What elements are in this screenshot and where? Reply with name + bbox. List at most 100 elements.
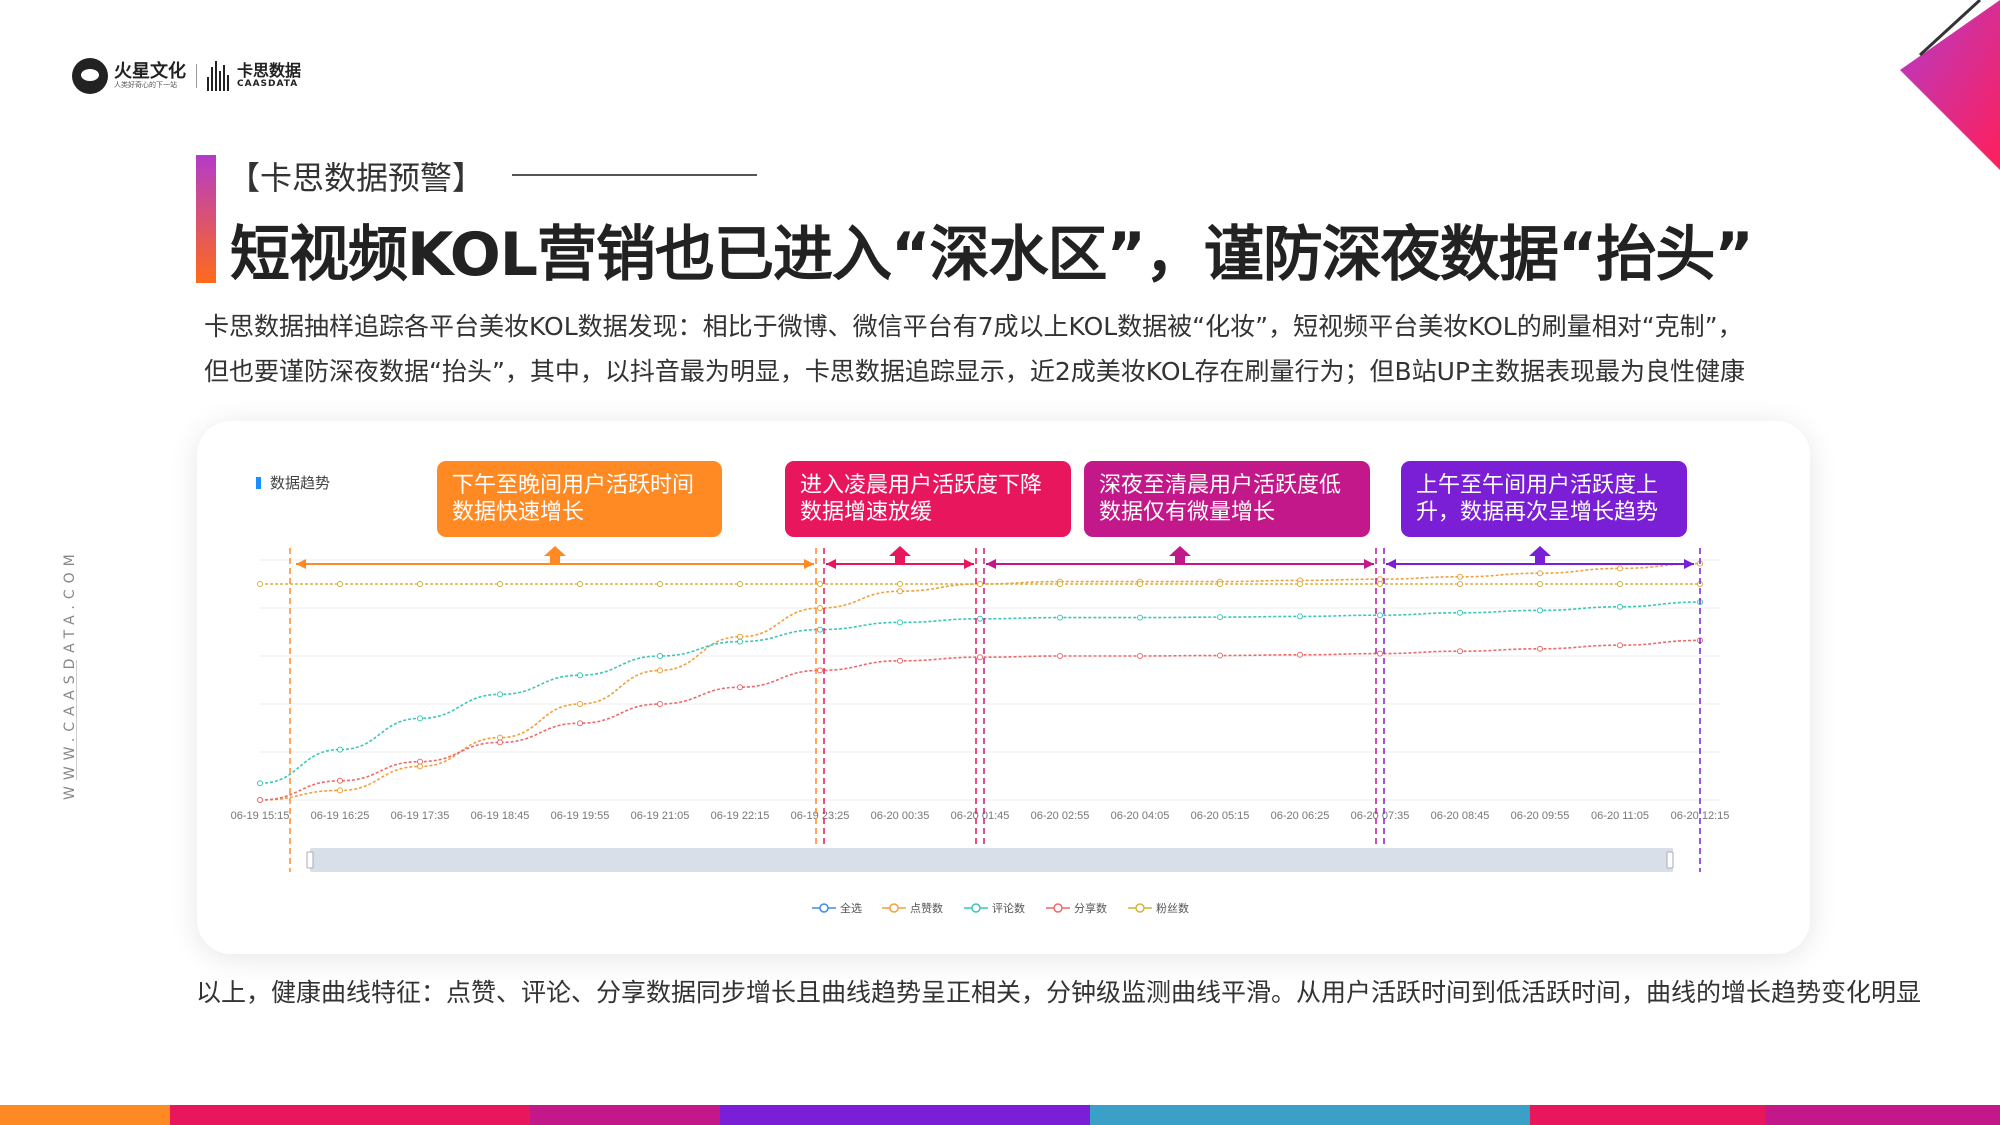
legend-marker xyxy=(971,903,981,913)
series-point-分享数 xyxy=(417,758,423,765)
series-point-分享数 xyxy=(1217,652,1223,659)
legend-label: 评论数 xyxy=(992,901,1025,915)
strip-segment xyxy=(0,1105,170,1125)
series-point-评论数 xyxy=(977,615,983,622)
x-tick-label: 06-20 06:25 xyxy=(1271,810,1330,822)
series-point-粉丝数 xyxy=(417,581,423,587)
series-point-评论数 xyxy=(1137,614,1143,621)
series-point-点赞数 xyxy=(897,588,903,595)
series-point-评论数 xyxy=(1057,614,1063,621)
series-point-粉丝数 xyxy=(737,581,743,587)
series-point-点赞数 xyxy=(577,701,583,707)
x-tick-label: 06-20 07:35 xyxy=(1351,810,1410,822)
series-point-分享数 xyxy=(1457,648,1463,655)
series-point-分享数 xyxy=(897,657,903,664)
series-point-评论数 xyxy=(1617,603,1623,610)
series-point-分享数 xyxy=(1377,650,1383,657)
conclusion-text: 以上，健康曲线特征：点赞、评论、分享数据同步增长且曲线趋势呈正相关，分钟级监测曲… xyxy=(196,978,1922,1007)
series-point-分享数 xyxy=(1297,651,1303,658)
x-tick-label: 06-20 00:35 xyxy=(871,810,930,822)
series-point-分享数 xyxy=(657,701,663,707)
legend-label: 分享数 xyxy=(1074,901,1107,915)
series-point-分享数 xyxy=(737,684,743,691)
x-tick-label: 06-20 08:45 xyxy=(1431,810,1490,822)
series-point-评论数 xyxy=(657,653,663,659)
up-arrow-icon xyxy=(1529,546,1551,564)
series-point-点赞数 xyxy=(737,633,743,640)
x-tick-label: 06-19 19:55 xyxy=(551,810,610,822)
series-point-评论数 xyxy=(497,691,503,698)
series-point-粉丝数 xyxy=(337,581,343,587)
series-point-粉丝数 xyxy=(977,581,983,587)
legend-marker xyxy=(1135,903,1145,913)
series-point-点赞数 xyxy=(1377,576,1383,583)
series-point-评论数 xyxy=(257,780,263,787)
series-point-粉丝数 xyxy=(817,581,823,587)
series-point-分享数 xyxy=(577,720,583,727)
series-point-点赞数 xyxy=(657,667,663,674)
series-point-分享数 xyxy=(1617,642,1623,649)
legend-label: 点赞数 xyxy=(910,902,943,915)
series-line-分享数 xyxy=(259,639,1701,801)
series-point-点赞数 xyxy=(417,763,423,770)
x-tick-label: 06-19 21:05 xyxy=(631,810,690,822)
series-point-点赞数 xyxy=(497,734,503,741)
series-point-分享数 xyxy=(977,654,983,661)
zoom-slider-track xyxy=(310,848,1673,872)
series-point-点赞数 xyxy=(817,605,823,611)
series-point-分享数 xyxy=(817,667,823,674)
x-tick-label: 06-20 02:55 xyxy=(1031,810,1090,822)
series-point-粉丝数 xyxy=(897,581,903,587)
strip-segment xyxy=(530,1105,720,1125)
series-point-分享数 xyxy=(1137,653,1143,659)
trend-chart: 06-19 15:15 06-19 16:25 06-19 17:35 06-19 1… xyxy=(231,546,1729,915)
x-tick-label: 06-19 22:15 xyxy=(711,810,770,822)
series-point-评论数 xyxy=(1537,607,1543,614)
series-point-评论数 xyxy=(577,672,583,679)
series-point-分享数 xyxy=(337,777,343,784)
x-tick-label: 06-19 23:25 xyxy=(791,810,850,822)
series-point-粉丝数 xyxy=(1377,581,1383,587)
x-tick-label: 06-19 17:35 xyxy=(391,810,450,822)
series-point-评论数 xyxy=(1297,613,1303,620)
series-point-点赞数 xyxy=(337,787,343,794)
series-point-评论数 xyxy=(417,715,423,722)
series-point-评论数 xyxy=(1457,609,1463,616)
series-point-粉丝数 xyxy=(577,581,583,587)
series-point-评论数 xyxy=(737,638,743,645)
series-point-粉丝数 xyxy=(1057,581,1063,587)
up-arrow-icon xyxy=(544,546,566,564)
x-tick-label: 06-20 04:05 xyxy=(1111,810,1170,822)
series-point-点赞数 xyxy=(1457,573,1463,580)
x-tick-label: 06-20 01:45 xyxy=(951,810,1010,822)
series-line-点赞数 xyxy=(259,562,1701,801)
series-point-评论数 xyxy=(1217,614,1223,621)
x-tick-label: 06-20 05:15 xyxy=(1191,810,1250,822)
bottom-color-strip xyxy=(0,1105,2000,1125)
series-point-评论数 xyxy=(337,746,343,753)
series-line-评论数 xyxy=(259,601,1701,784)
x-tick-label: 06-20 11:05 xyxy=(1591,810,1649,822)
legend-label: 粉丝数 xyxy=(1156,902,1189,915)
zoom-slider-handle-left xyxy=(306,851,314,869)
series-point-粉丝数 xyxy=(657,581,663,587)
series-point-分享数 xyxy=(1537,645,1543,652)
x-tick-label: 06-19 18:45 xyxy=(471,810,530,822)
series-point-评论数 xyxy=(817,626,823,633)
series-point-粉丝数 xyxy=(1217,581,1223,587)
series-point-粉丝数 xyxy=(1537,581,1543,587)
strip-segment xyxy=(720,1105,1090,1125)
series-point-评论数 xyxy=(1377,612,1383,619)
strip-segment xyxy=(1530,1105,1765,1125)
up-arrow-icon xyxy=(889,546,911,564)
up-arrow-icon xyxy=(1169,546,1191,564)
x-tick-label: 06-19 16:25 xyxy=(311,810,370,822)
series-point-点赞数 xyxy=(1537,570,1543,577)
legend-marker xyxy=(819,903,829,913)
series-point-粉丝数 xyxy=(497,581,503,587)
zoom-slider-handle-right xyxy=(1666,851,1674,869)
series-point-评论数 xyxy=(897,619,903,626)
series-point-粉丝数 xyxy=(1617,581,1623,587)
series-point-分享数 xyxy=(257,797,263,803)
series-point-分享数 xyxy=(1057,653,1063,659)
